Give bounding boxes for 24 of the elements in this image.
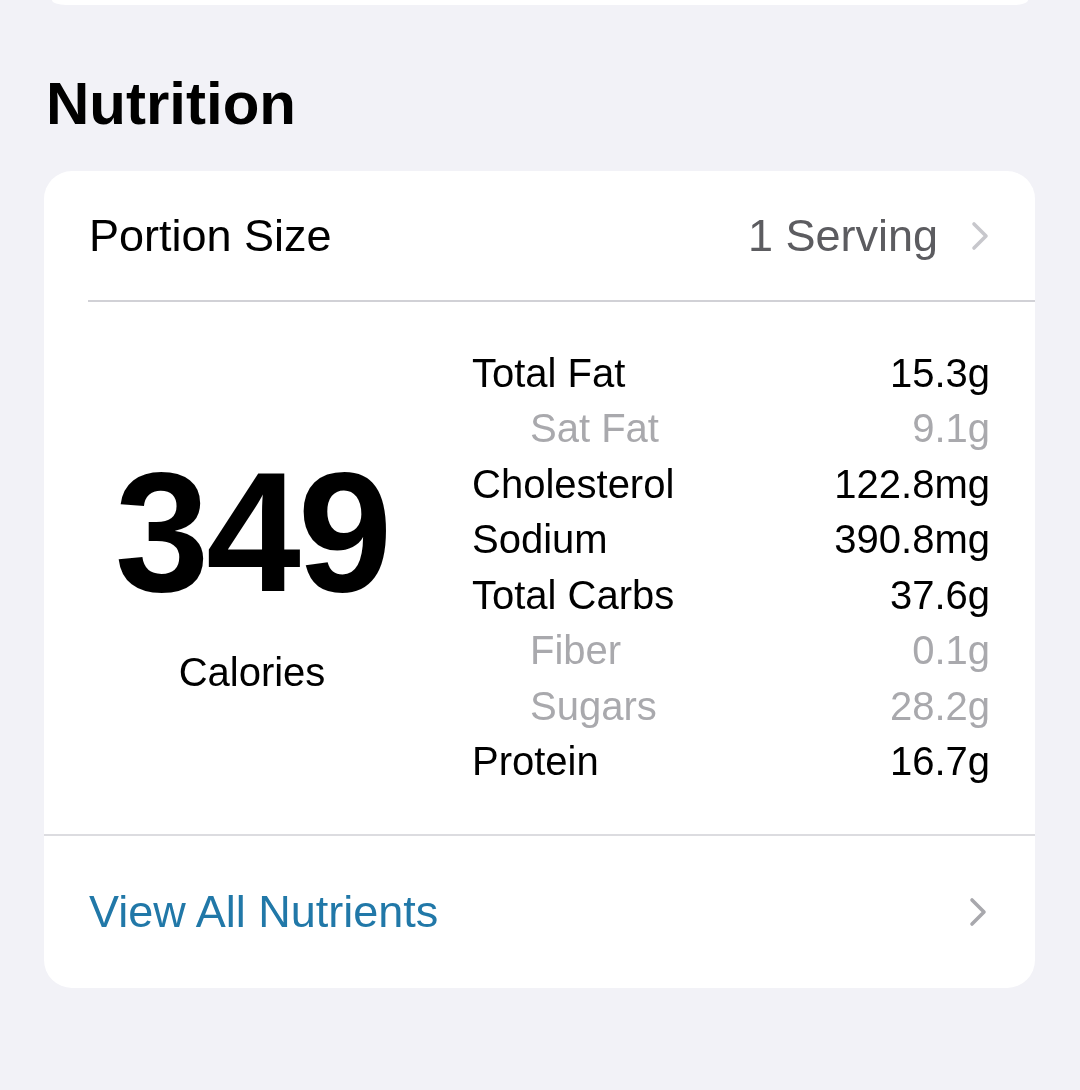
chevron-right-icon (970, 219, 990, 252)
calories-label: Calories (178, 649, 326, 696)
view-all-nutrients-link[interactable]: View All Nutrients (89, 885, 988, 938)
nutrient-amount: 37.6g (889, 571, 990, 619)
nutrient-amount: 0.1g (912, 627, 990, 674)
nutrient-amount: 16.7g (889, 738, 990, 785)
chevron-right-icon (968, 895, 988, 928)
nutrient-name: Protein (472, 738, 599, 785)
nutrient-name: Sat Fat (530, 405, 659, 452)
nutrient-name: Total Fat (472, 349, 626, 397)
nutrient-amount: 9.1g (912, 405, 990, 452)
calorie-count: 349 (114, 447, 390, 617)
nutrient-amount: 28.2g (889, 682, 990, 730)
nutrient-name: Sodium (472, 516, 608, 563)
nutrient-amount: 122.8mg (834, 460, 990, 508)
nutrient-name: Cholesterol (472, 460, 675, 508)
nutrient-amount: 15.3g (889, 349, 990, 397)
nutrient-name: Total Carbs (472, 571, 675, 619)
nutrient-amount: 390.8mg (834, 516, 990, 563)
nutrient-name: Fiber (530, 627, 622, 674)
section-heading: Nutrition (46, 69, 296, 139)
nutrient-name: Sugars (530, 682, 657, 730)
serving-picker[interactable]: 1 Serving (747, 209, 990, 262)
portion-size-label: Portion Size (89, 209, 332, 262)
